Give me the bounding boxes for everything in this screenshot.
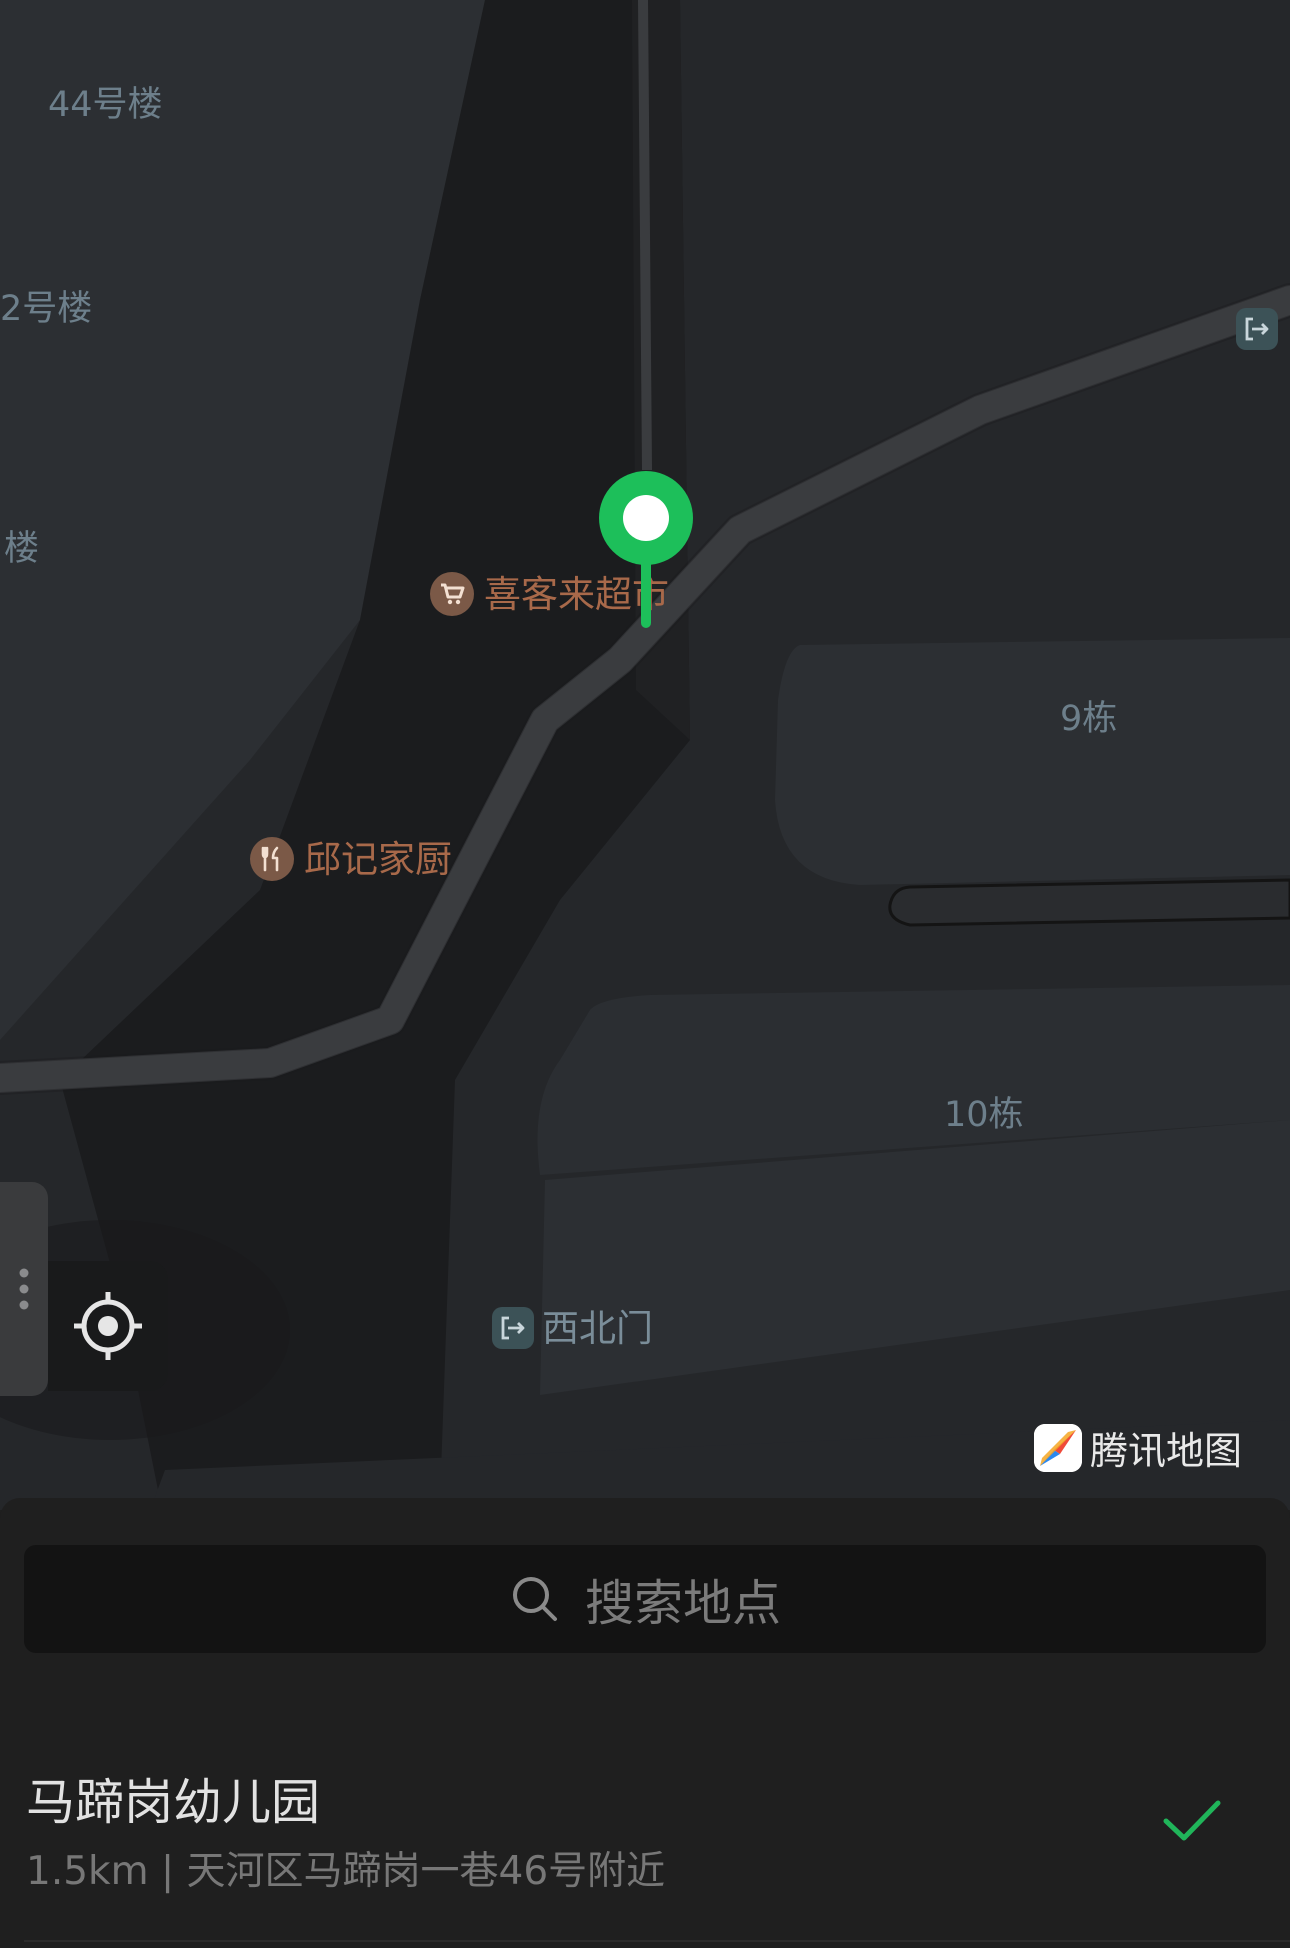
list-item[interactable]: 马蹄岗幼儿园 1.5km | 天河区马蹄岗一巷46号附近 [0,1735,1290,1940]
fork-knife-icon [250,837,294,881]
location-pin-icon[interactable] [596,470,696,630]
exit-door-icon[interactable] [1236,308,1278,350]
poi-restaurant[interactable]: 邱记家厨 [250,837,452,881]
locate-me-button[interactable] [48,1261,168,1391]
map-view[interactable]: 44号楼 2号楼 楼 9栋 10栋 喜客来超市 邱记家厨 西北门 腾讯地图 [0,0,1290,1510]
crosshair-icon [74,1292,142,1360]
poi-northwest-gate[interactable]: 西北门 [492,1307,653,1349]
building-label: 9栋 [1060,699,1118,739]
map-base [0,0,1290,1510]
building-label: 10栋 [944,1095,1024,1135]
building-label: 2号楼 [0,289,93,329]
side-drawer-handle[interactable] [0,1182,48,1396]
building-label: 44号楼 [48,85,163,125]
more-vertical-icon [19,1268,29,1310]
poi-northwest-gate-label: 西北门 [542,1306,653,1350]
tencent-maps-logo-icon [1034,1423,1082,1472]
poi-restaurant-label: 邱记家厨 [304,837,452,881]
checkmark-icon [1163,1800,1221,1841]
shopping-cart-icon [430,572,474,616]
search-input[interactable]: 搜索地点 [24,1545,1266,1653]
building-label: 楼 [4,529,40,569]
place-name: 马蹄岗幼儿园 [26,1774,321,1831]
divider [24,1940,1290,1942]
exit-door-icon [492,1307,534,1349]
tencent-maps-logo: 腾讯地图 [1034,1420,1242,1475]
search-placeholder: 搜索地点 [584,1574,781,1632]
search-icon [512,1577,557,1621]
brand-label: 腾讯地图 [1090,1429,1243,1473]
place-address: 1.5km | 天河区马蹄岗一巷46号附近 [26,1849,666,1894]
